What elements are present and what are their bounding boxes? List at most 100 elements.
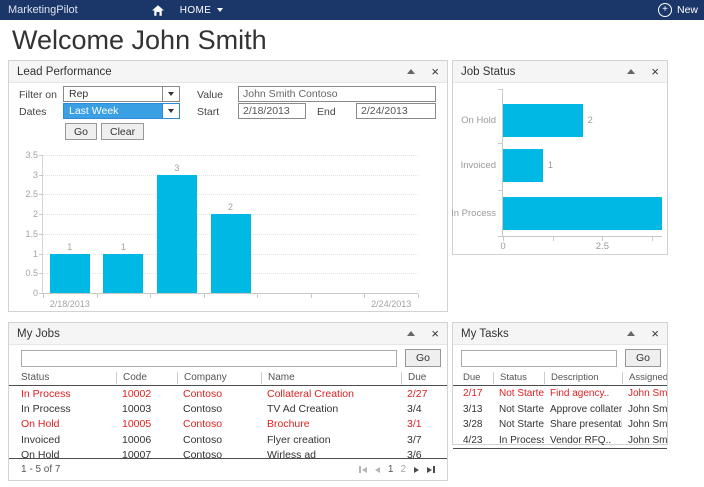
- collapse-icon[interactable]: [627, 331, 635, 336]
- close-icon[interactable]: ×: [431, 327, 439, 340]
- table-cell: 10005: [116, 418, 177, 430]
- table-cell: Not Started: [493, 388, 544, 399]
- column-header-code[interactable]: Code: [116, 372, 177, 384]
- category-label: Invoiced: [461, 160, 496, 171]
- y-tick-label: 0.5: [9, 268, 38, 278]
- bar-2/21/2013[interactable]: [211, 214, 251, 293]
- bar-value-label: 2: [588, 115, 593, 126]
- table-row[interactable]: 4/23In ProcessVendor RFQ..John Smith: [453, 433, 667, 449]
- table-cell: Not Started: [493, 419, 544, 430]
- column-header-due[interactable]: Due: [401, 372, 447, 384]
- job-status-chart: 2102.5: [502, 89, 662, 237]
- table-row[interactable]: In Process10003ContosoTV Ad Creation3/4: [9, 401, 447, 416]
- bar-invoiced[interactable]: [503, 149, 543, 182]
- tasks-go-button[interactable]: Go: [625, 349, 661, 367]
- page-number-1[interactable]: 1: [388, 464, 394, 475]
- panel-header: My Jobs ×: [9, 323, 447, 345]
- table-cell: Not Started: [493, 404, 544, 415]
- tasks-table: DueStatusDescriptionAssigned By 2/17Not …: [453, 370, 667, 449]
- column-header-status[interactable]: Status: [493, 372, 544, 384]
- table-cell: Contoso: [177, 403, 261, 415]
- table-row[interactable]: On Hold10005ContosoBrochure3/1: [9, 417, 447, 432]
- end-date-input[interactable]: [356, 103, 436, 119]
- jobs-go-button[interactable]: Go: [405, 349, 441, 367]
- close-icon[interactable]: ×: [651, 65, 659, 78]
- nav-home-label: HOME: [180, 5, 212, 16]
- bar-2/19/2013[interactable]: [103, 254, 143, 293]
- value-input[interactable]: [238, 86, 436, 102]
- bar-2/20/2013[interactable]: [157, 175, 197, 293]
- tasks-search-input[interactable]: [461, 350, 617, 367]
- axis-tick: [97, 294, 98, 298]
- gridline: [43, 194, 418, 195]
- table-cell: Share presentation...: [544, 419, 622, 430]
- select-dropdown-button[interactable]: [162, 87, 179, 101]
- axis-tick: [39, 155, 43, 156]
- bar-value-label: 1: [55, 242, 85, 252]
- column-header-status[interactable]: Status: [21, 372, 116, 383]
- my-jobs-panel: My Jobs × Go StatusCodeCompanyNameDue In…: [8, 322, 448, 481]
- top-navbar: MarketingPilot HOME + New: [0, 0, 704, 20]
- column-header-assigned-by[interactable]: Assigned By: [622, 372, 667, 384]
- pagination: 12: [359, 464, 435, 475]
- job-status-panel: Job Status × On HoldInvoicedIn Process 2…: [452, 60, 668, 255]
- new-button[interactable]: + New: [658, 3, 698, 17]
- column-header-due[interactable]: Due: [463, 372, 493, 383]
- y-tick-label: 3.5: [9, 150, 38, 160]
- axis-tick: [39, 234, 43, 235]
- last-page-button[interactable]: [427, 466, 435, 473]
- table-body: In Process10002ContosoCollateral Creatio…: [9, 386, 447, 463]
- jobs-search-input[interactable]: [21, 350, 397, 367]
- column-header-company[interactable]: Company: [177, 372, 261, 384]
- axis-tick: [257, 294, 258, 298]
- go-button[interactable]: Go: [65, 123, 97, 140]
- close-icon[interactable]: ×: [431, 65, 439, 78]
- lead-performance-panel: Lead Performance × Filter on Rep Value D…: [8, 60, 448, 312]
- column-header-description[interactable]: Description: [544, 372, 622, 384]
- bar-2/18/2013[interactable]: [50, 254, 90, 293]
- axis-tick: [652, 237, 653, 241]
- filter-on-selected-value: Rep: [64, 87, 162, 101]
- collapse-icon[interactable]: [627, 69, 635, 74]
- column-header-name[interactable]: Name: [261, 372, 401, 384]
- table-row[interactable]: 2/17Not StartedFind agency..John Smith: [453, 386, 667, 402]
- y-tick-label: 1.5: [9, 229, 38, 239]
- collapse-icon[interactable]: [407, 331, 415, 336]
- table-row[interactable]: Invoiced10006ContosoFlyer creation3/7: [9, 432, 447, 447]
- y-tick-label: 1: [9, 249, 38, 259]
- axis-tick: [150, 294, 151, 298]
- table-cell: Flyer creation: [261, 434, 401, 446]
- table-cell: John Smith: [622, 419, 667, 430]
- table-cell: In Process: [21, 388, 116, 400]
- table-footer: 1 - 5 of 7 12: [9, 458, 447, 480]
- table-row[interactable]: 3/28Not StartedShare presentation...John…: [453, 417, 667, 433]
- axis-tick: [418, 294, 419, 298]
- page-number-2[interactable]: 2: [400, 464, 406, 475]
- table-row[interactable]: 3/13Not StartedApprove collateral...John…: [453, 402, 667, 418]
- previous-page-button[interactable]: [375, 467, 380, 473]
- select-dropdown-button[interactable]: [162, 104, 179, 118]
- dates-select[interactable]: Last Week: [63, 103, 180, 119]
- table-cell: Brochure: [261, 418, 401, 430]
- axis-tick: [39, 214, 43, 215]
- axis-tick: [498, 89, 502, 90]
- axis-tick: [39, 254, 43, 255]
- clear-button[interactable]: Clear: [101, 123, 144, 140]
- lead-performance-chart: 11322/18/20132/24/2013: [42, 155, 418, 294]
- bar-in-process[interactable]: [503, 197, 662, 230]
- table-cell: 3/13: [463, 404, 493, 415]
- table-cell: In Process: [21, 403, 116, 415]
- next-page-button[interactable]: [414, 467, 419, 473]
- first-page-button[interactable]: [359, 466, 367, 473]
- table-row[interactable]: In Process10002ContosoCollateral Creatio…: [9, 386, 447, 401]
- nav-home-menu[interactable]: HOME: [180, 5, 224, 16]
- collapse-icon[interactable]: [407, 69, 415, 74]
- axis-tick: [311, 294, 312, 298]
- table-cell: John Smith: [622, 388, 667, 399]
- close-icon[interactable]: ×: [651, 327, 659, 340]
- bar-on-hold[interactable]: [503, 104, 583, 137]
- start-date-input[interactable]: [238, 103, 306, 119]
- home-icon[interactable]: [152, 5, 164, 16]
- filter-on-select[interactable]: Rep: [63, 86, 180, 102]
- table-cell: TV Ad Creation: [261, 403, 401, 415]
